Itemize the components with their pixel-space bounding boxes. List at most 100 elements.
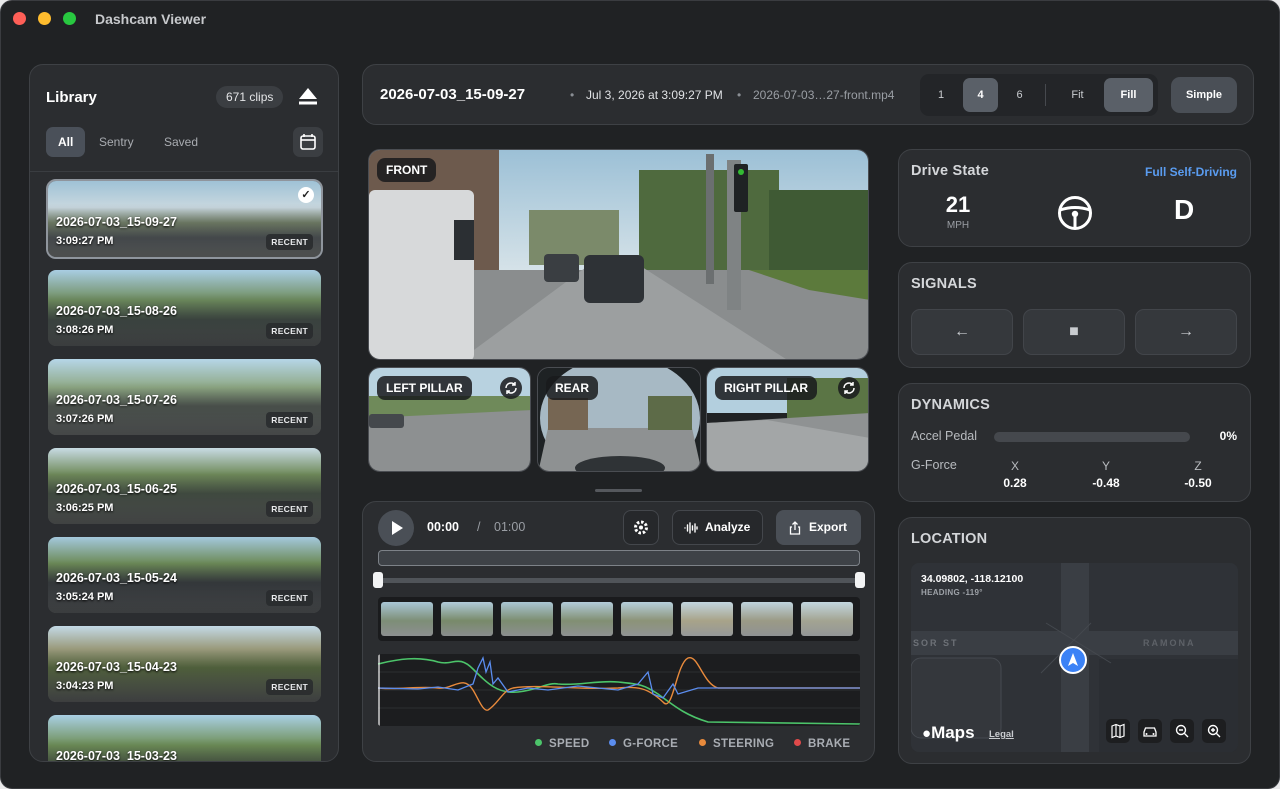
layout-6-button[interactable]: 6 [1002, 78, 1037, 112]
map-mode-button[interactable] [1106, 719, 1130, 743]
location-panel: LOCATION 34.09802, -118.12100 HEADING -1… [898, 517, 1251, 764]
analyze-label: Analyze [705, 520, 751, 534]
clip-count-badge: 671 clips [216, 86, 284, 108]
clip-name: 2026-07-03_15-08-26 [56, 304, 177, 318]
trim-start-handle[interactable] [373, 572, 383, 588]
recent-badge: RECENT [266, 501, 313, 517]
eject-icon[interactable] [296, 84, 320, 108]
separator-dot: • [570, 88, 575, 102]
clip-card[interactable]: 2026-07-03_15-06-25 3:06:25 PM RECENT [46, 446, 323, 526]
speed-value: 21 [945, 192, 971, 217]
fill-button[interactable]: Fill [1104, 78, 1153, 112]
frame-thumbnail [561, 602, 613, 636]
right-pillar-camera-view[interactable]: RIGHT PILLAR [706, 367, 869, 472]
legal-link[interactable]: Legal [989, 729, 1014, 740]
clip-card[interactable]: 2026-07-03_15-05-24 3:05:24 PM RECENT [46, 535, 323, 615]
calendar-button[interactable] [293, 127, 323, 157]
playback-panel: 00:00 / 01:00 Analyze Export SPEED G-FOR… [362, 501, 875, 762]
clip-card[interactable]: 2026-07-03_15-09-27 3:09:27 PM RECENT ✓ [46, 179, 323, 259]
clip-card[interactable]: 2026-07-03_15-03-23 [46, 713, 323, 762]
play-button[interactable] [378, 510, 414, 546]
legend-g-force: G-FORCE [609, 738, 678, 750]
camera-label-rear: REAR [546, 376, 599, 400]
library-panel: Library 671 clips All Sentry Saved 2026-… [29, 64, 339, 762]
library-divider [30, 171, 338, 172]
frame-thumbnail [501, 602, 553, 636]
rotate-button[interactable] [838, 377, 860, 399]
current-time: 00:00 [427, 520, 459, 534]
app-window: Dashcam Viewer Library 671 clips All Sen… [0, 0, 1280, 789]
clip-name: 2026-07-03_15-09-27 [56, 215, 177, 229]
camera-label-right-pillar: RIGHT PILLAR [715, 376, 817, 400]
g-force-axis-y: Y [1101, 459, 1110, 473]
g-force-value-z: -0.50 [1184, 476, 1212, 490]
calendar-icon [300, 134, 316, 150]
rotate-icon [505, 382, 517, 394]
rotate-button[interactable] [500, 377, 522, 399]
frame-thumbnail [801, 602, 853, 636]
current-clip-name: 2026-07-03_15-09-27 [380, 86, 526, 103]
rear-camera-view[interactable]: REAR [537, 367, 701, 472]
street-label: SOR ST [913, 638, 959, 648]
left-pillar-camera-view[interactable]: LEFT PILLAR [368, 367, 531, 472]
zoom-in-button[interactable] [1202, 719, 1226, 743]
zoom-window-button[interactable] [63, 12, 76, 25]
follow-car-button[interactable] [1138, 719, 1162, 743]
car-icon [1143, 727, 1157, 737]
play-icon [392, 521, 403, 535]
clip-date: Jul 3, 2026 at 3:09:27 PM [586, 88, 723, 102]
zoom-out-icon [1175, 724, 1189, 738]
accel-pedal-value: 0% [1219, 429, 1237, 443]
legend-dot [535, 739, 542, 746]
filter-saved[interactable]: Saved [152, 127, 210, 157]
clip-header-bar: 2026-07-03_15-09-27 • Jul 3, 2026 at 3:0… [362, 64, 1254, 125]
settings-button[interactable] [623, 510, 659, 545]
resize-grip[interactable] [595, 489, 642, 492]
g-force-value-x: 0.28 [1003, 476, 1027, 490]
timeline-scrubber[interactable] [378, 550, 860, 566]
close-window-button[interactable] [13, 12, 26, 25]
front-camera-view[interactable]: FRONT [368, 149, 869, 360]
clip-file-name: 2026-07-03…27-front.mp4 [753, 88, 895, 102]
clip-name: 2026-07-03_15-06-25 [56, 482, 177, 496]
clip-name: 2026-07-03_15-05-24 [56, 571, 177, 585]
recent-badge: RECENT [266, 234, 313, 250]
clip-name: 2026-07-03_15-04-23 [56, 660, 177, 674]
frame-strip[interactable] [378, 597, 860, 641]
window-title: Dashcam Viewer [95, 11, 207, 27]
map-heading: HEADING -119° [921, 588, 983, 597]
zoom-out-button[interactable] [1170, 719, 1194, 743]
export-button[interactable]: Export [776, 510, 861, 545]
clip-name: 2026-07-03_15-03-23 [56, 749, 177, 762]
clip-card[interactable]: 2026-07-03_15-04-23 3:04:23 PM RECENT [46, 624, 323, 704]
recent-badge: RECENT [266, 679, 313, 695]
waveform-icon [684, 522, 698, 534]
legend-dot [609, 739, 616, 746]
layout-1-button[interactable]: 1 [924, 78, 958, 112]
clip-card[interactable]: 2026-07-03_15-07-26 3:07:26 PM RECENT [46, 357, 323, 437]
export-label: Export [809, 520, 848, 534]
map-view[interactable]: 34.09802, -118.12100 HEADING -119° SOR S… [911, 563, 1238, 752]
recent-badge: RECENT [266, 590, 313, 606]
zoom-in-icon [1207, 724, 1221, 738]
fit-button[interactable]: Fit [1055, 78, 1100, 112]
simple-mode-button[interactable]: Simple [1171, 77, 1237, 113]
trim-end-handle[interactable] [855, 572, 865, 588]
share-icon [789, 521, 801, 535]
layout-4-button[interactable]: 4 [963, 78, 998, 112]
clip-card[interactable]: 2026-07-03_15-08-26 3:08:26 PM RECENT [46, 268, 323, 348]
layout-segmented-control: 1 4 6 Fit Fill [920, 74, 1158, 116]
analyze-button[interactable]: Analyze [672, 510, 763, 545]
g-force-label: G-Force [911, 458, 957, 472]
filter-sentry[interactable]: Sentry [87, 127, 146, 157]
frame-thumbnail [441, 602, 493, 636]
minimize-window-button[interactable] [38, 12, 51, 25]
filter-all[interactable]: All [46, 127, 86, 157]
street-label: RAMONA [1143, 638, 1196, 648]
separator-dot: • [737, 88, 742, 102]
legend-steering: STEERING [699, 738, 774, 750]
legend-speed: SPEED [535, 738, 590, 750]
right-turn-signal-icon: → [1135, 309, 1237, 355]
gear-icon [634, 520, 648, 535]
trim-range-track[interactable] [378, 578, 860, 583]
